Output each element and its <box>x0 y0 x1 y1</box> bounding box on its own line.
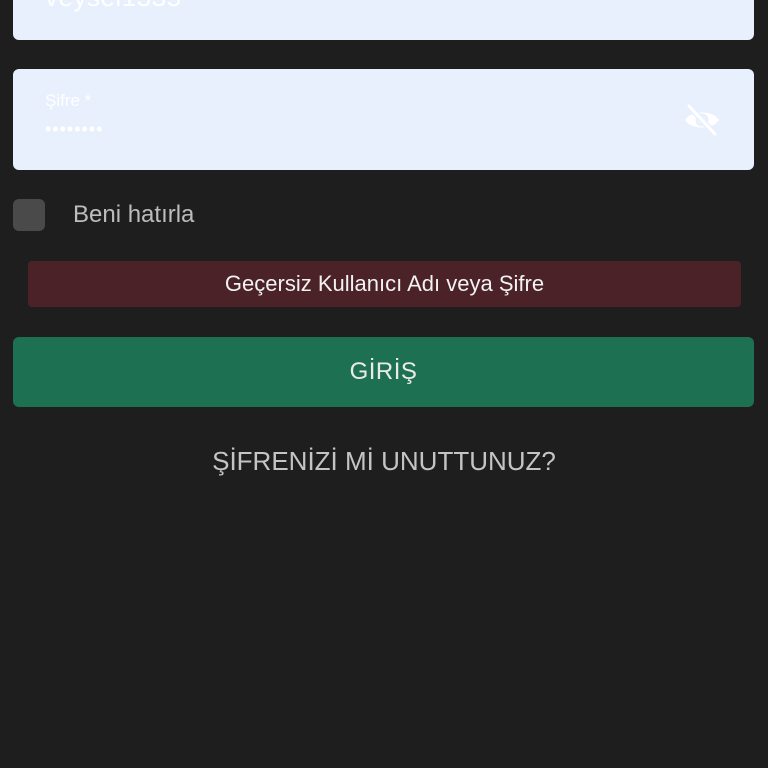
remember-me-row[interactable]: Beni hatırla <box>13 199 194 231</box>
password-label: Şifre * <box>45 91 92 110</box>
username-field[interactable]: veysel1335 <box>13 0 754 40</box>
login-button-label[interactable]: GİRİŞ <box>350 358 418 386</box>
login-button[interactable]: GİRİŞ <box>13 337 754 407</box>
eye-off-icon[interactable] <box>682 102 722 138</box>
login-screen: veysel1335 Şifre * •••••••• Beni hatırla… <box>0 0 768 768</box>
error-message-box: Geçersiz Kullanıcı Adı veya Şifre <box>28 261 741 307</box>
password-field[interactable]: Şifre * •••••••• <box>13 69 754 170</box>
password-value[interactable]: •••••••• <box>45 119 103 140</box>
username-value[interactable]: veysel1335 <box>45 0 182 13</box>
remember-me-label[interactable]: Beni hatırla <box>73 201 194 229</box>
remember-me-checkbox[interactable] <box>13 199 45 231</box>
error-message-text: Geçersiz Kullanıcı Adı veya Şifre <box>224 271 545 296</box>
forgot-password-link[interactable]: ŞİFRENİZİ Mİ UNUTTUNUZ? <box>0 446 768 477</box>
